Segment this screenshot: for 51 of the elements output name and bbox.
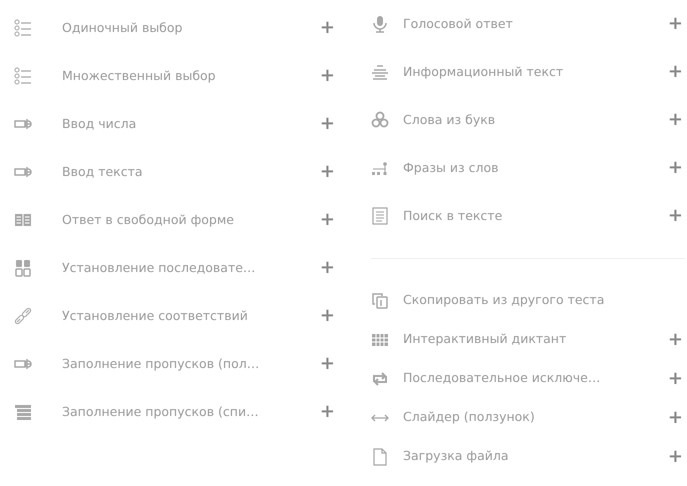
question-type-label[interactable]: Установление соответствий (62, 306, 318, 326)
add-button[interactable]: + (318, 163, 337, 181)
add-button[interactable]: + (666, 63, 685, 81)
question-type-label[interactable]: Информационный текст (403, 62, 666, 82)
question-type-label[interactable]: Ввод текста (62, 162, 318, 182)
swap-arrows-icon (371, 370, 389, 388)
file-icon (371, 448, 389, 466)
add-button[interactable]: + (318, 211, 337, 229)
add-button[interactable]: + (666, 408, 685, 426)
add-button[interactable]: + (318, 259, 337, 277)
microphone-icon (371, 15, 389, 33)
question-type-label[interactable]: Скопировать из другого теста (403, 291, 685, 310)
add-button[interactable]: + (666, 15, 685, 33)
copy-icon (371, 292, 389, 310)
add-button[interactable]: + (666, 111, 685, 129)
add-button[interactable]: + (318, 115, 337, 133)
document-icon (371, 207, 389, 225)
question-type-label[interactable]: Поиск в тексте (403, 206, 666, 226)
question-type-label[interactable]: Множественный выбор (62, 66, 318, 86)
question-type-label[interactable]: Заполнение пропусков (спи… (62, 402, 318, 422)
list-icon (14, 19, 32, 37)
question-type-label[interactable]: Одиночный выбор (62, 18, 318, 38)
book-icon (14, 211, 32, 229)
question-type-label[interactable]: Ответ в свободной форме (62, 210, 318, 230)
add-button[interactable]: + (318, 307, 337, 325)
text-lines-icon (371, 63, 389, 81)
question-type-label[interactable]: Загрузка файла (403, 447, 666, 466)
question-type-label[interactable]: Фразы из слов (403, 158, 666, 178)
add-button[interactable]: + (318, 19, 337, 37)
link-icon (14, 307, 32, 325)
add-button[interactable]: + (666, 330, 685, 348)
add-button[interactable]: + (318, 67, 337, 85)
add-button[interactable]: + (318, 355, 337, 373)
question-type-label[interactable]: Установление последовате… (62, 258, 318, 278)
question-type-label[interactable]: Голосовой ответ (403, 14, 666, 34)
question-type-label[interactable]: Заполнение пропусков (пол… (62, 354, 318, 374)
question-type-label[interactable]: Слайдер (ползунок) (403, 408, 666, 427)
question-type-label[interactable]: Последовательное исключе… (403, 369, 666, 388)
grid-icon (14, 259, 32, 277)
add-button[interactable]: + (666, 448, 685, 466)
add-button[interactable]: + (666, 207, 685, 225)
circles-icon (371, 111, 389, 129)
question-type-label[interactable]: Интерактивный диктант (403, 330, 666, 349)
question-type-label[interactable]: Ввод числа (62, 114, 318, 134)
list-icon (14, 67, 32, 85)
tree-icon (371, 159, 389, 177)
add-button[interactable]: + (666, 370, 685, 388)
add-button[interactable]: + (318, 403, 337, 421)
question-type-label[interactable]: Слова из букв (403, 110, 666, 130)
add-button[interactable]: + (666, 159, 685, 177)
stack-icon (14, 403, 32, 421)
